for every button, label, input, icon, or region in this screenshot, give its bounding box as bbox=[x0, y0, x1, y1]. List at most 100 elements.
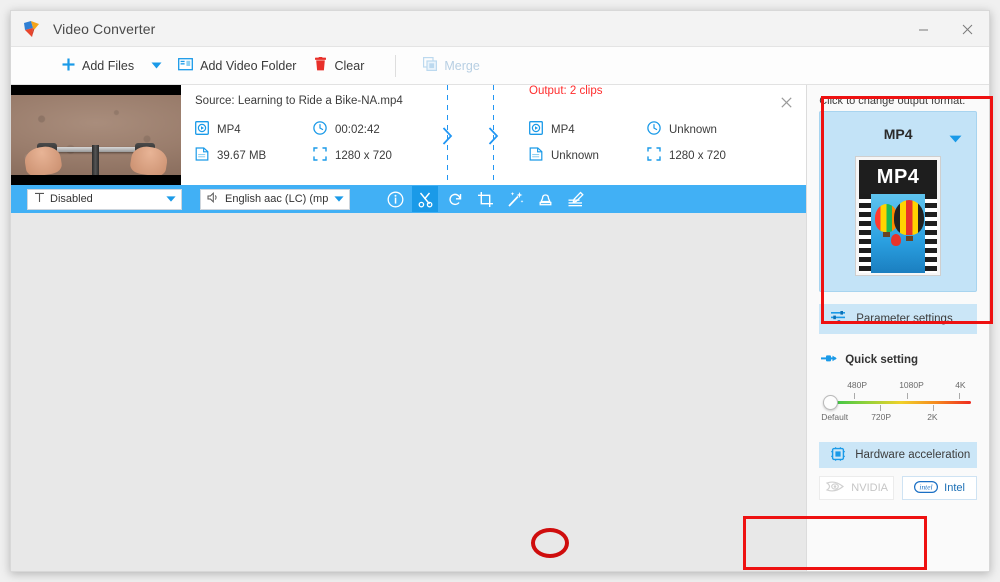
format-icon bbox=[529, 121, 543, 138]
intel-icon: intel bbox=[914, 480, 939, 496]
folder-add-icon bbox=[178, 57, 194, 74]
crop-icon[interactable] bbox=[472, 186, 498, 212]
source-duration: 00:02:42 bbox=[313, 121, 392, 138]
format-section: Click to change output format: MP4 MP4 bbox=[813, 89, 983, 292]
slider-label-default: Default bbox=[821, 412, 849, 422]
plus-icon bbox=[62, 58, 75, 74]
info-icon[interactable] bbox=[382, 186, 408, 212]
resolution-icon bbox=[647, 147, 661, 164]
slider-label-1080p: 1080P bbox=[899, 380, 924, 390]
video-thumbnail-bicycle bbox=[11, 85, 181, 185]
add-files-label: Add Files bbox=[82, 58, 135, 73]
output-resolution-value: 1280 x 720 bbox=[669, 149, 726, 162]
source-size-value: 39.67 MB bbox=[217, 149, 267, 162]
file-action-strip: Disabled English aac (LC) (mp bbox=[11, 185, 807, 213]
audio-track-select[interactable]: English aac (LC) (mp bbox=[200, 188, 350, 210]
source-format: MP4 bbox=[195, 121, 313, 138]
subtitle-edit-icon[interactable] bbox=[562, 186, 588, 212]
close-button[interactable] bbox=[945, 11, 989, 47]
source-format-value: MP4 bbox=[217, 123, 241, 136]
toolbar-separator bbox=[395, 54, 397, 77]
audio-track-value: English aac (LC) (mp bbox=[225, 193, 329, 205]
rotate-icon[interactable] bbox=[442, 186, 468, 212]
file-card-info: Source: Learning to Ride a Bike-NA.mp4 M… bbox=[181, 85, 806, 185]
wonderfox-logo-icon bbox=[21, 18, 43, 40]
add-files-dropdown-caret[interactable] bbox=[143, 47, 169, 85]
app-root: Video Converter Add Files Add Video Fold… bbox=[0, 0, 1000, 582]
quality-slider[interactable]: 480P 1080P 4K Default 720P 2K bbox=[821, 380, 975, 428]
app-title: Video Converter bbox=[53, 20, 156, 37]
output-resolution: 1280 x 720 bbox=[647, 147, 726, 164]
file-list-area: Source: Learning to Ride a Bike-NA.mp4 M… bbox=[11, 85, 808, 571]
merge-button[interactable]: Merge bbox=[414, 47, 488, 85]
output-format-value: MP4 bbox=[551, 123, 575, 136]
slider-track bbox=[831, 401, 971, 404]
chip-icon bbox=[831, 446, 845, 464]
format-thumb-label: MP4 bbox=[859, 160, 938, 194]
parameter-settings-label: Parameter settings bbox=[856, 313, 953, 325]
source-size: 39.67 MB bbox=[195, 147, 313, 164]
flow-chevron-icon-1 bbox=[442, 127, 453, 145]
nvidia-label: NVIDIA bbox=[851, 482, 888, 494]
parameter-settings-button[interactable]: Parameter settings bbox=[819, 304, 977, 334]
quick-setting-label: Quick setting bbox=[845, 354, 919, 366]
intel-label: Intel bbox=[944, 482, 965, 494]
subtitle-select[interactable]: Disabled bbox=[27, 188, 182, 210]
output-duration-value: Unknown bbox=[669, 123, 717, 136]
window-controls bbox=[901, 11, 989, 47]
slider-label-4k: 4K bbox=[955, 380, 966, 390]
watermark-stamp-icon[interactable] bbox=[532, 186, 558, 212]
format-icon bbox=[195, 121, 209, 138]
output-duration: Unknown bbox=[647, 121, 726, 138]
output-format: MP4 bbox=[529, 121, 647, 138]
file-card[interactable]: Source: Learning to Ride a Bike-NA.mp4 M… bbox=[11, 85, 807, 185]
add-files-button[interactable]: Add Files bbox=[53, 47, 143, 85]
slider-label-720p: 720P bbox=[871, 412, 892, 422]
intel-toggle[interactable]: intel Intel bbox=[902, 476, 977, 500]
subtitle-t-icon bbox=[34, 192, 45, 206]
clock-icon bbox=[647, 121, 661, 138]
source-title: Source: Learning to Ride a Bike-NA.mp4 bbox=[195, 95, 403, 107]
output-title: Output: 2 clips bbox=[529, 85, 603, 97]
merge-label: Merge bbox=[444, 58, 480, 73]
source-duration-value: 00:02:42 bbox=[335, 123, 380, 136]
trash-icon bbox=[314, 57, 327, 74]
nvidia-icon bbox=[825, 481, 845, 495]
quick-setting-icon bbox=[821, 354, 837, 366]
subtitle-select-value: Disabled bbox=[50, 193, 93, 205]
effects-wand-icon[interactable] bbox=[502, 186, 528, 212]
output-sidebar: Click to change output format: MP4 MP4 P… bbox=[807, 85, 989, 571]
slider-label-480p: 480P bbox=[847, 380, 868, 390]
slider-label-2k: 2K bbox=[927, 412, 938, 422]
chevron-down-icon bbox=[166, 193, 176, 205]
add-video-folder-button[interactable]: Add Video Folder bbox=[169, 47, 305, 85]
mp4-balloons-filmstrip-thumbnail: MP4 bbox=[855, 156, 942, 276]
source-resolution: 1280 x 720 bbox=[313, 147, 392, 164]
remove-file-button[interactable] bbox=[778, 94, 794, 110]
nvidia-toggle[interactable]: NVIDIA bbox=[819, 476, 895, 500]
minimize-button[interactable] bbox=[901, 11, 945, 47]
main-toolbar: Add Files Add Video Folder Clear Merge bbox=[11, 47, 989, 85]
output-size-value: Unknown bbox=[551, 149, 599, 162]
file-icon bbox=[195, 147, 209, 164]
trim-scissors-icon[interactable] bbox=[412, 186, 438, 212]
quick-setting-header: Quick setting bbox=[821, 354, 989, 366]
clear-label: Clear bbox=[334, 58, 365, 73]
output-format-card[interactable]: MP4 MP4 bbox=[819, 111, 977, 292]
slider-knob[interactable] bbox=[823, 395, 839, 410]
sliders-icon bbox=[831, 311, 846, 327]
main-window: Video Converter Add Files Add Video Fold… bbox=[10, 10, 990, 572]
chevron-down-icon[interactable] bbox=[949, 130, 962, 148]
source-meta-group: MP4 00:02:42 39.67 MB 1280 x 720 bbox=[195, 121, 392, 164]
gpu-options-row: NVIDIA intel Intel bbox=[819, 476, 977, 500]
hardware-acceleration-label: Hardware acceleration bbox=[855, 449, 971, 461]
body-split: Source: Learning to Ride a Bike-NA.mp4 M… bbox=[11, 85, 989, 571]
clear-button[interactable]: Clear bbox=[305, 47, 373, 85]
merge-icon bbox=[423, 57, 438, 74]
title-bar: Video Converter bbox=[11, 11, 989, 47]
hardware-acceleration-button[interactable]: Hardware acceleration bbox=[819, 442, 977, 468]
output-meta-group: MP4 Unknown Unknown 1280 x 720 bbox=[529, 121, 726, 164]
format-hint-label: Click to change output format: bbox=[819, 95, 966, 107]
file-icon bbox=[529, 147, 543, 164]
source-resolution-value: 1280 x 720 bbox=[335, 149, 392, 162]
